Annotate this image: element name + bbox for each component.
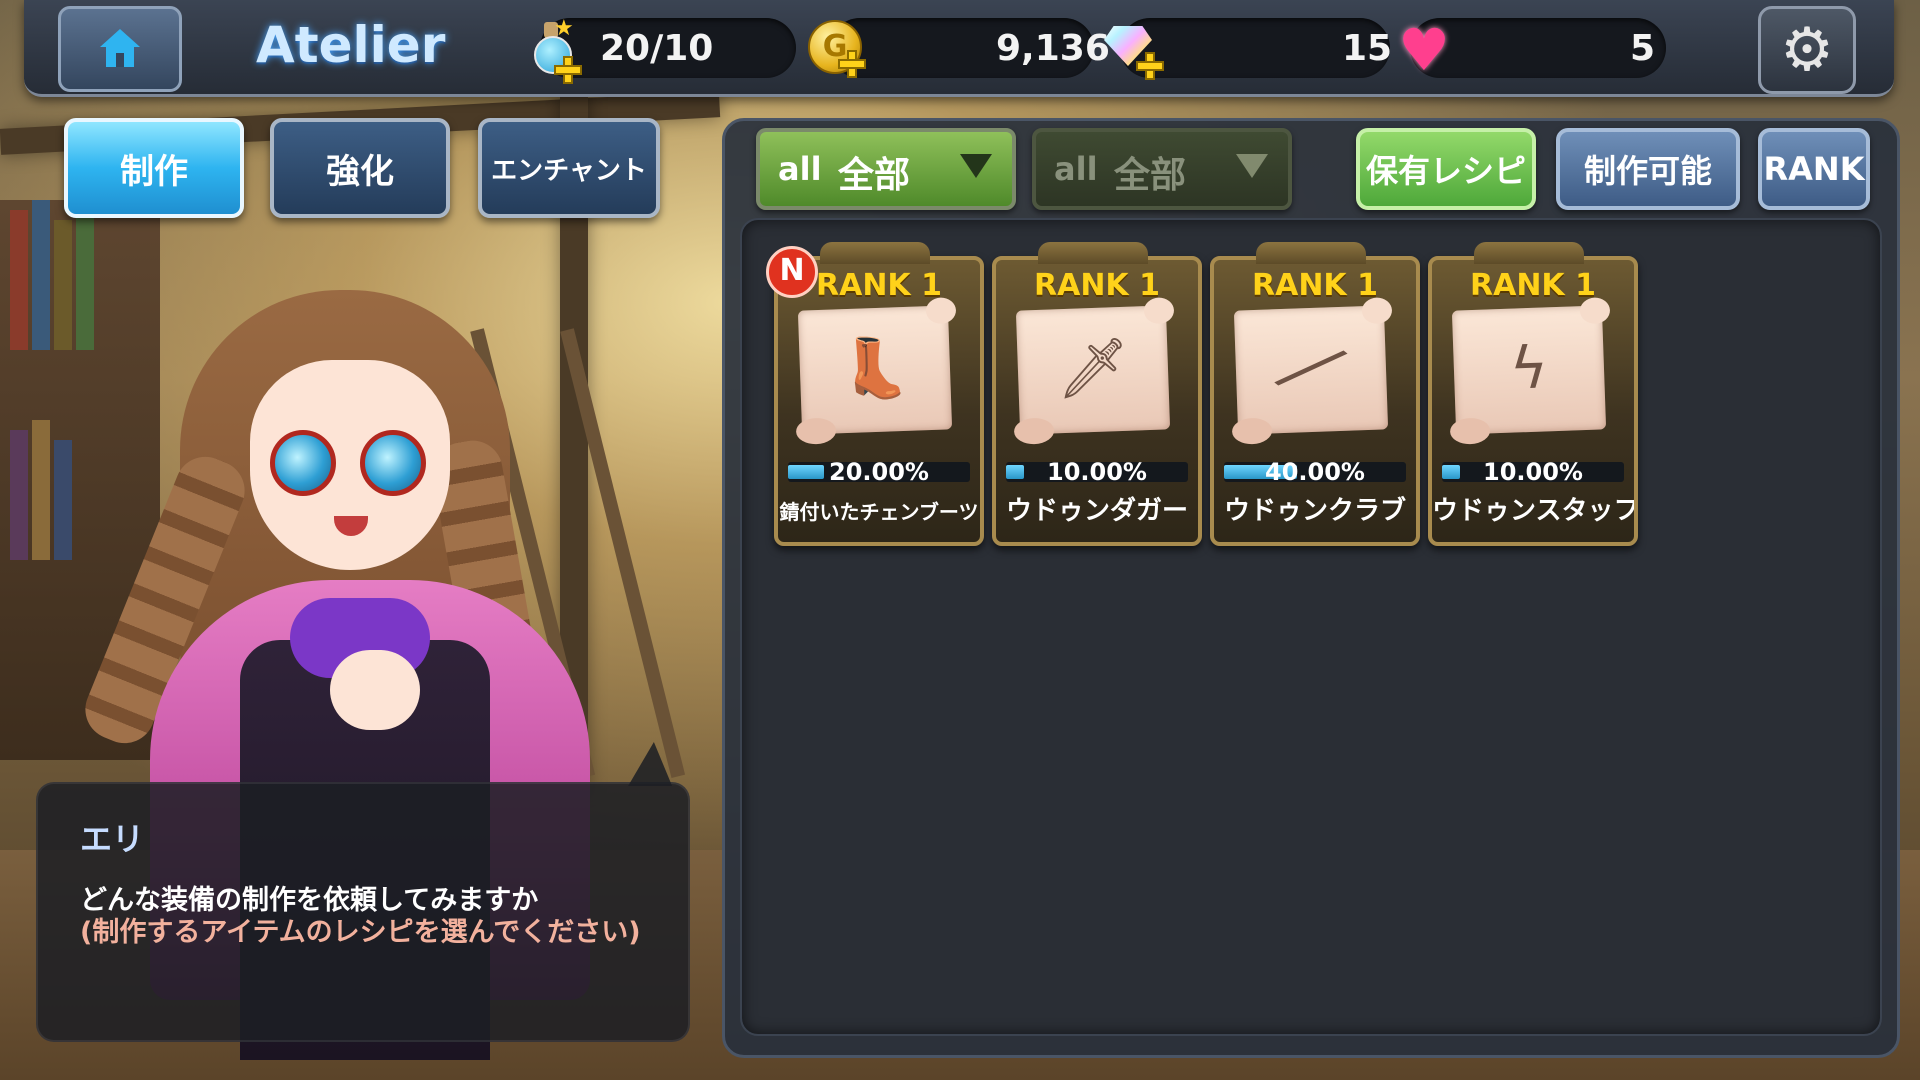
home-icon: [98, 29, 142, 69]
progress-percent: 20.00%: [829, 458, 929, 486]
subcategory-dropdown[interactable]: all 全部: [1032, 128, 1292, 210]
progress-percent: 40.00%: [1265, 458, 1365, 486]
recipe-rank: RANK 1: [1252, 268, 1378, 303]
tab-craft[interactable]: 制作: [64, 118, 244, 218]
boot-icon: 👢: [837, 332, 913, 404]
recipe-card[interactable]: RANK 1 ϟ 10.00% ウドゥンスタッフ: [1428, 242, 1638, 546]
gem-value: 15: [1342, 28, 1393, 69]
chevron-down-icon: [960, 154, 992, 178]
dagger-icon: 🗡: [1054, 332, 1131, 404]
tab-enhance[interactable]: 強化: [270, 118, 450, 218]
home-button[interactable]: [58, 6, 182, 92]
add-potion-icon: [554, 56, 582, 84]
heart-value: 5: [1630, 28, 1656, 69]
category-dropdown[interactable]: all 全部: [756, 128, 1016, 210]
recipe-card[interactable]: RANK 1 👢 20.00% 錆付いたチェンブーツ N: [766, 242, 984, 546]
progress-percent: 10.00%: [1047, 458, 1147, 486]
speech-tail: [628, 742, 680, 786]
staff-icon: ϟ: [1508, 333, 1550, 403]
club-icon: ╱: [1276, 330, 1346, 406]
dropdown-prefix: all: [1054, 150, 1098, 188]
add-gold-icon: [838, 50, 866, 78]
recipe-scroll: ╱: [1233, 305, 1389, 435]
progress-bar: 10.00%: [1442, 458, 1624, 486]
speaker-name: エリ: [80, 820, 145, 858]
recipe-name: ウドゥンスタッフ: [1432, 496, 1634, 526]
settings-button[interactable]: ⚙: [1758, 6, 1856, 94]
progress-percent: 10.00%: [1483, 458, 1583, 486]
coin-icon[interactable]: G: [808, 16, 870, 82]
progress-bar: 10.00%: [1006, 458, 1188, 486]
recipe-scroll: 👢: [797, 305, 953, 435]
add-gem-icon: [1136, 52, 1164, 80]
recipe-rank: RANK 1: [1034, 268, 1160, 303]
gear-icon: ⚙: [1780, 15, 1834, 85]
recipe-scroll: ϟ: [1451, 305, 1607, 435]
chevron-down-icon: [1236, 154, 1268, 178]
dropdown-label: 全部: [1114, 155, 1187, 196]
dialog-hint: (制作するアイテムのレシピを選んでください): [80, 917, 641, 948]
heart-icon: ♥: [1398, 16, 1450, 84]
recipe-name: ウドゥンクラブ: [1223, 496, 1406, 526]
recipe-scroll: 🗡: [1015, 305, 1171, 435]
recipe-name: ウドゥンダガー: [1005, 496, 1188, 526]
dropdown-label: 全部: [838, 155, 911, 196]
progress-bar: 40.00%: [1224, 458, 1406, 486]
owned-recipes-button[interactable]: 保有レシピ: [1356, 128, 1536, 210]
rank-sort-button[interactable]: RANK: [1758, 128, 1870, 210]
page-title: Atelier: [256, 16, 446, 74]
recipe-name: 錆付いたチェンブーツ: [779, 500, 979, 524]
recipe-rank: RANK 1: [1470, 268, 1596, 303]
gem-icon[interactable]: [1100, 18, 1164, 84]
potion-value: 20/10: [600, 28, 714, 69]
new-badge: N: [766, 246, 818, 298]
dropdown-prefix: all: [778, 150, 822, 188]
recipe-card[interactable]: RANK 1 ╱ 40.00% ウドゥンクラブ: [1210, 242, 1420, 546]
craftable-button[interactable]: 制作可能: [1556, 128, 1740, 210]
dialog-box[interactable]: エリ どんな装備の制作を依頼してみますか (制作するアイテムのレシピを選んでくだ…: [36, 742, 690, 1042]
tab-enchant[interactable]: エンチャント: [478, 118, 660, 218]
recipe-card[interactable]: RANK 1 🗡 10.00% ウドゥンダガー: [992, 242, 1202, 546]
progress-bar: 20.00%: [788, 458, 970, 486]
gold-value: 9,136: [996, 28, 1110, 69]
potion-icon[interactable]: ★: [524, 18, 582, 86]
